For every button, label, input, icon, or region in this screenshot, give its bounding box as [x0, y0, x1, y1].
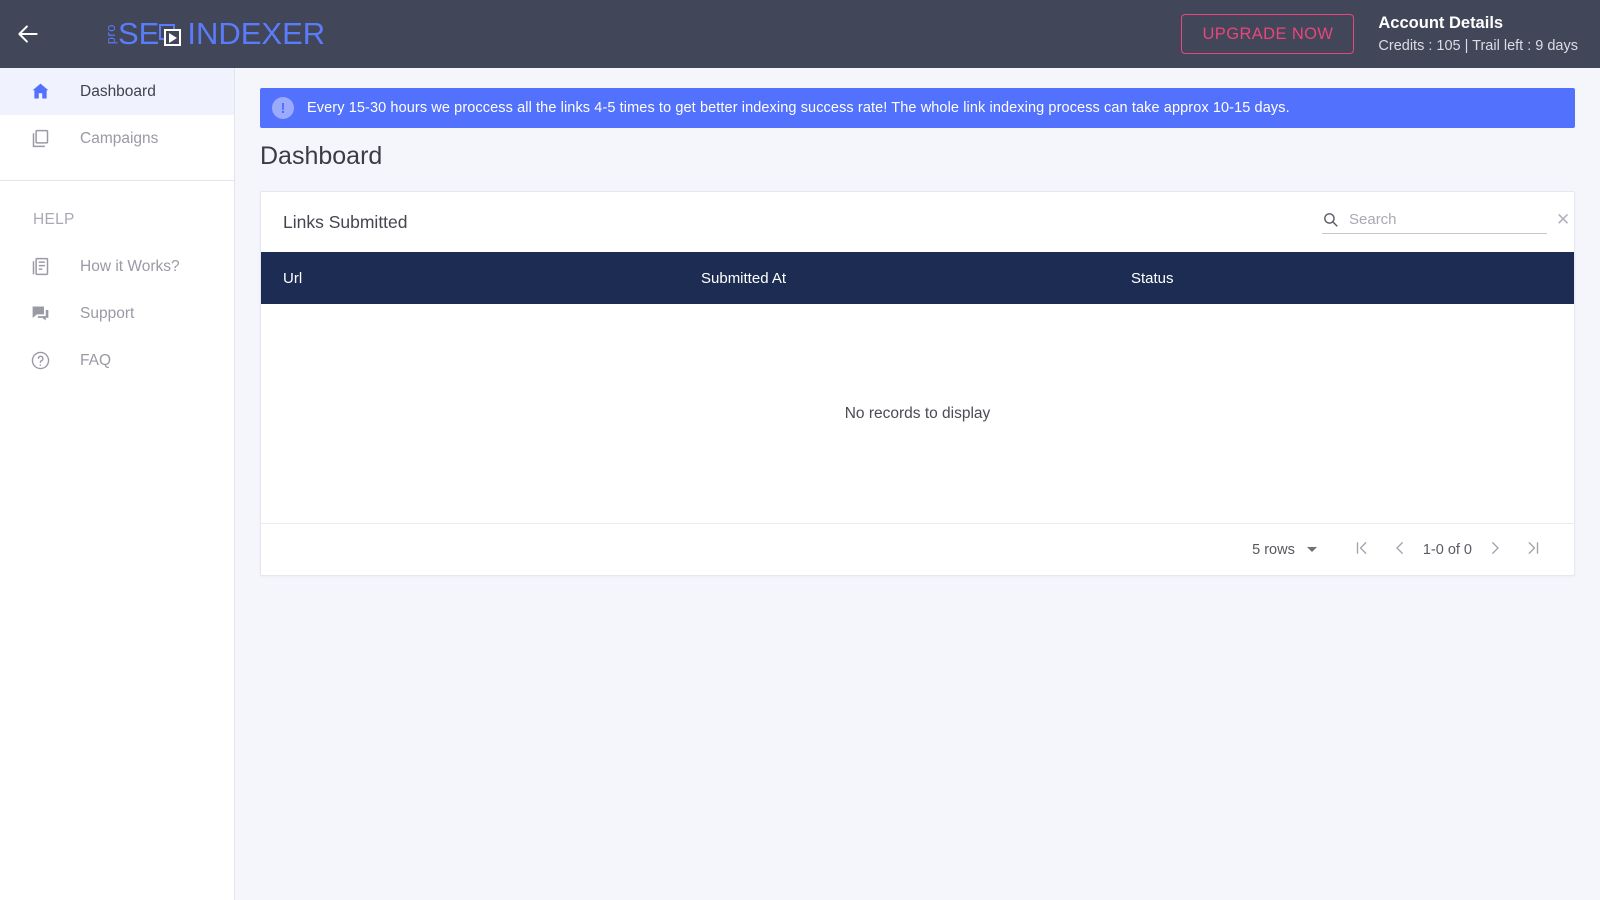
help-circle-icon — [28, 349, 52, 373]
table-body: No records to display — [261, 304, 1574, 523]
previous-page-button[interactable] — [1381, 531, 1419, 569]
logo-indexer-text: INDEXER — [187, 16, 326, 51]
article-icon — [28, 255, 52, 279]
table-header-row: Url Submitted At Status — [261, 252, 1574, 304]
library-icon — [28, 127, 52, 151]
chevron-down-icon — [1306, 547, 1317, 552]
logo-se-text: SE — [118, 16, 160, 51]
close-icon[interactable]: ✕ — [1548, 211, 1570, 228]
sidebar-item-label: FAQ — [80, 351, 112, 369]
arrow-left-icon — [15, 21, 41, 47]
sidebar-item-campaigns[interactable]: Campaigns — [0, 115, 234, 162]
overlapping-squares-play-icon — [159, 24, 183, 48]
home-icon — [28, 80, 52, 104]
exclamation-glyph: ! — [280, 99, 286, 117]
info-banner-text: Every 15-30 hours we proccess all the li… — [307, 100, 1290, 116]
info-banner: ! Every 15-30 hours we proccess all the … — [260, 88, 1575, 128]
sidebar-item-support[interactable]: Support — [0, 290, 234, 337]
chevron-right-icon — [1486, 539, 1504, 561]
search-bar[interactable]: ✕ — [1322, 210, 1570, 234]
column-header-submitted-at[interactable]: Submitted At — [701, 270, 1131, 287]
back-button[interactable] — [0, 0, 56, 68]
sidebar-item-label: Dashboard — [80, 82, 156, 100]
exclamation-circle-icon: ! — [272, 97, 294, 119]
links-submitted-card: Links Submitted ✕ Url Submitted At Statu… — [260, 191, 1575, 576]
top-header: pro SE INDEXER UPGRADE NOW Account Detai… — [0, 0, 1600, 68]
header-right-group: UPGRADE NOW Account Details Credits : 10… — [1181, 0, 1600, 68]
account-details-title: Account Details — [1378, 13, 1504, 32]
card-title: Links Submitted — [283, 211, 408, 232]
table-pagination: 5 rows 1-0 of 0 — [261, 523, 1574, 575]
forum-icon — [28, 302, 52, 326]
rows-per-page-label: 5 rows — [1252, 541, 1295, 558]
first-page-icon — [1353, 539, 1371, 561]
account-details[interactable]: Account Details Credits : 105 | Trail le… — [1378, 12, 1578, 57]
column-header-status[interactable]: Status — [1131, 270, 1574, 287]
brand-logo[interactable]: pro SE INDEXER — [103, 0, 326, 68]
search-input[interactable] — [1349, 210, 1548, 228]
last-page-button[interactable] — [1514, 531, 1552, 569]
first-page-button[interactable] — [1343, 531, 1381, 569]
upgrade-now-button[interactable]: UPGRADE NOW — [1181, 13, 1355, 55]
sidebar-item-faq[interactable]: FAQ — [0, 337, 234, 384]
logo-pro-text: pro — [103, 23, 118, 45]
empty-state-message: No records to display — [844, 404, 991, 422]
page-title: Dashboard — [260, 142, 383, 170]
sidebar-item-dashboard[interactable]: Dashboard — [0, 68, 234, 115]
sidebar-help-heading: HELP — [33, 211, 75, 228]
app-root: pro SE INDEXER UPGRADE NOW Account Detai… — [0, 0, 1600, 900]
account-credits-trial: Credits : 105 | Trail left : 9 days — [1378, 37, 1578, 54]
pagination-range: 1-0 of 0 — [1422, 541, 1472, 558]
main-content: ! Every 15-30 hours we proccess all the … — [235, 68, 1600, 900]
sidebar-item-label: Campaigns — [80, 129, 159, 147]
column-header-url[interactable]: Url — [261, 270, 701, 287]
last-page-icon — [1524, 539, 1542, 561]
rows-per-page-select[interactable]: 5 rows — [1252, 542, 1317, 558]
chevron-left-icon — [1391, 539, 1409, 561]
sidebar: Dashboard Campaigns HELP How it Works? S… — [0, 68, 235, 900]
card-header: Links Submitted ✕ — [261, 192, 1574, 252]
sidebar-item-how-it-works[interactable]: How it Works? — [0, 243, 234, 290]
sidebar-item-label: How it Works? — [80, 257, 180, 275]
search-icon — [1322, 211, 1339, 228]
next-page-button[interactable] — [1476, 531, 1514, 569]
sidebar-item-label: Support — [80, 304, 135, 322]
